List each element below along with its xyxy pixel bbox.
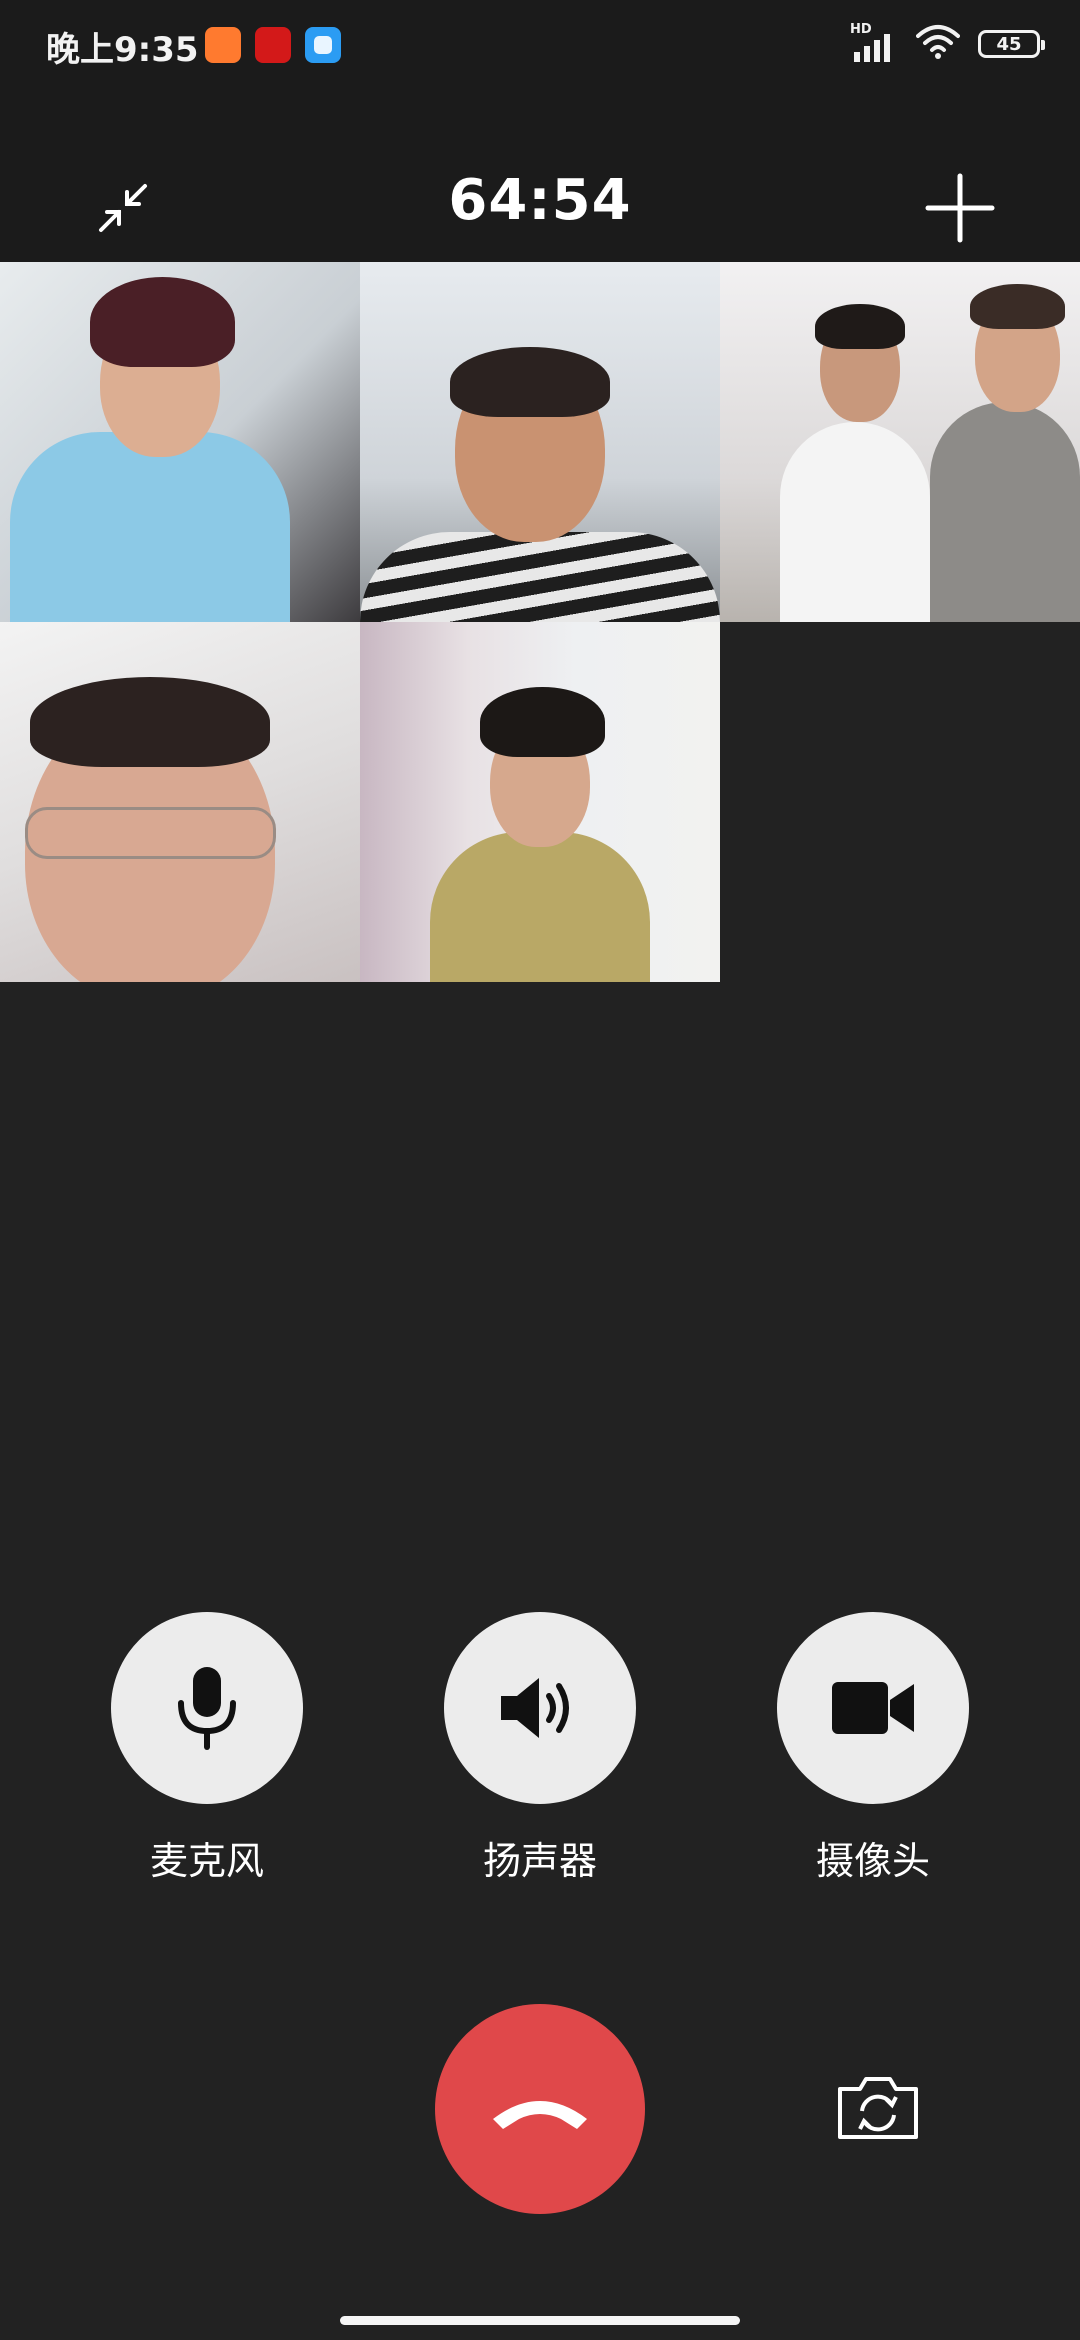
battery-level: 45 [996,33,1022,55]
plus-icon [925,173,995,243]
cellular-signal-icon: HD [850,22,898,66]
phone-hangup-icon [493,2101,587,2129]
orange-app-icon [205,27,241,63]
speaker-control[interactable]: 扬声器 [444,1612,636,1885]
wifi-icon [916,24,960,64]
speaker-label: 扬声器 [482,1839,597,1883]
flip-camera-icon [838,2077,918,2139]
call-timer: 64:54 [448,168,632,233]
microphone-button[interactable] [111,1612,303,1804]
participant-video-5[interactable] [360,622,720,982]
participant-video-3[interactable] [720,262,1080,622]
speaker-button[interactable] [444,1612,636,1804]
participant-video-1[interactable] [0,262,360,622]
camera-control[interactable]: 摄像头 [777,1612,969,1885]
battery-icon: 45 [978,30,1045,58]
speaker-icon [501,1678,569,1738]
camera-label: 摄像头 [815,1839,930,1883]
status-time: 晚上9:35 [46,30,199,70]
home-indicator[interactable] [340,2316,740,2325]
microphone-label: 麦克风 [149,1839,264,1883]
red-app-icon [255,27,291,63]
network-label: HD [850,22,872,37]
microphone-control[interactable]: 麦克风 [111,1612,303,1885]
participant-video-2[interactable] [360,262,720,622]
flip-camera-button[interactable] [832,2068,924,2148]
blue-app-icon [305,27,341,63]
add-participant-button[interactable] [920,168,1000,248]
participant-video-4[interactable] [0,622,360,982]
status-bar: 晚上9:35 HD 45 [0,0,1080,90]
hang-up-button[interactable] [435,2004,645,2214]
camera-button[interactable] [777,1612,969,1804]
microphone-icon [178,1667,236,1750]
status-indicators: HD 45 [850,20,1045,68]
video-camera-icon [832,1682,914,1734]
